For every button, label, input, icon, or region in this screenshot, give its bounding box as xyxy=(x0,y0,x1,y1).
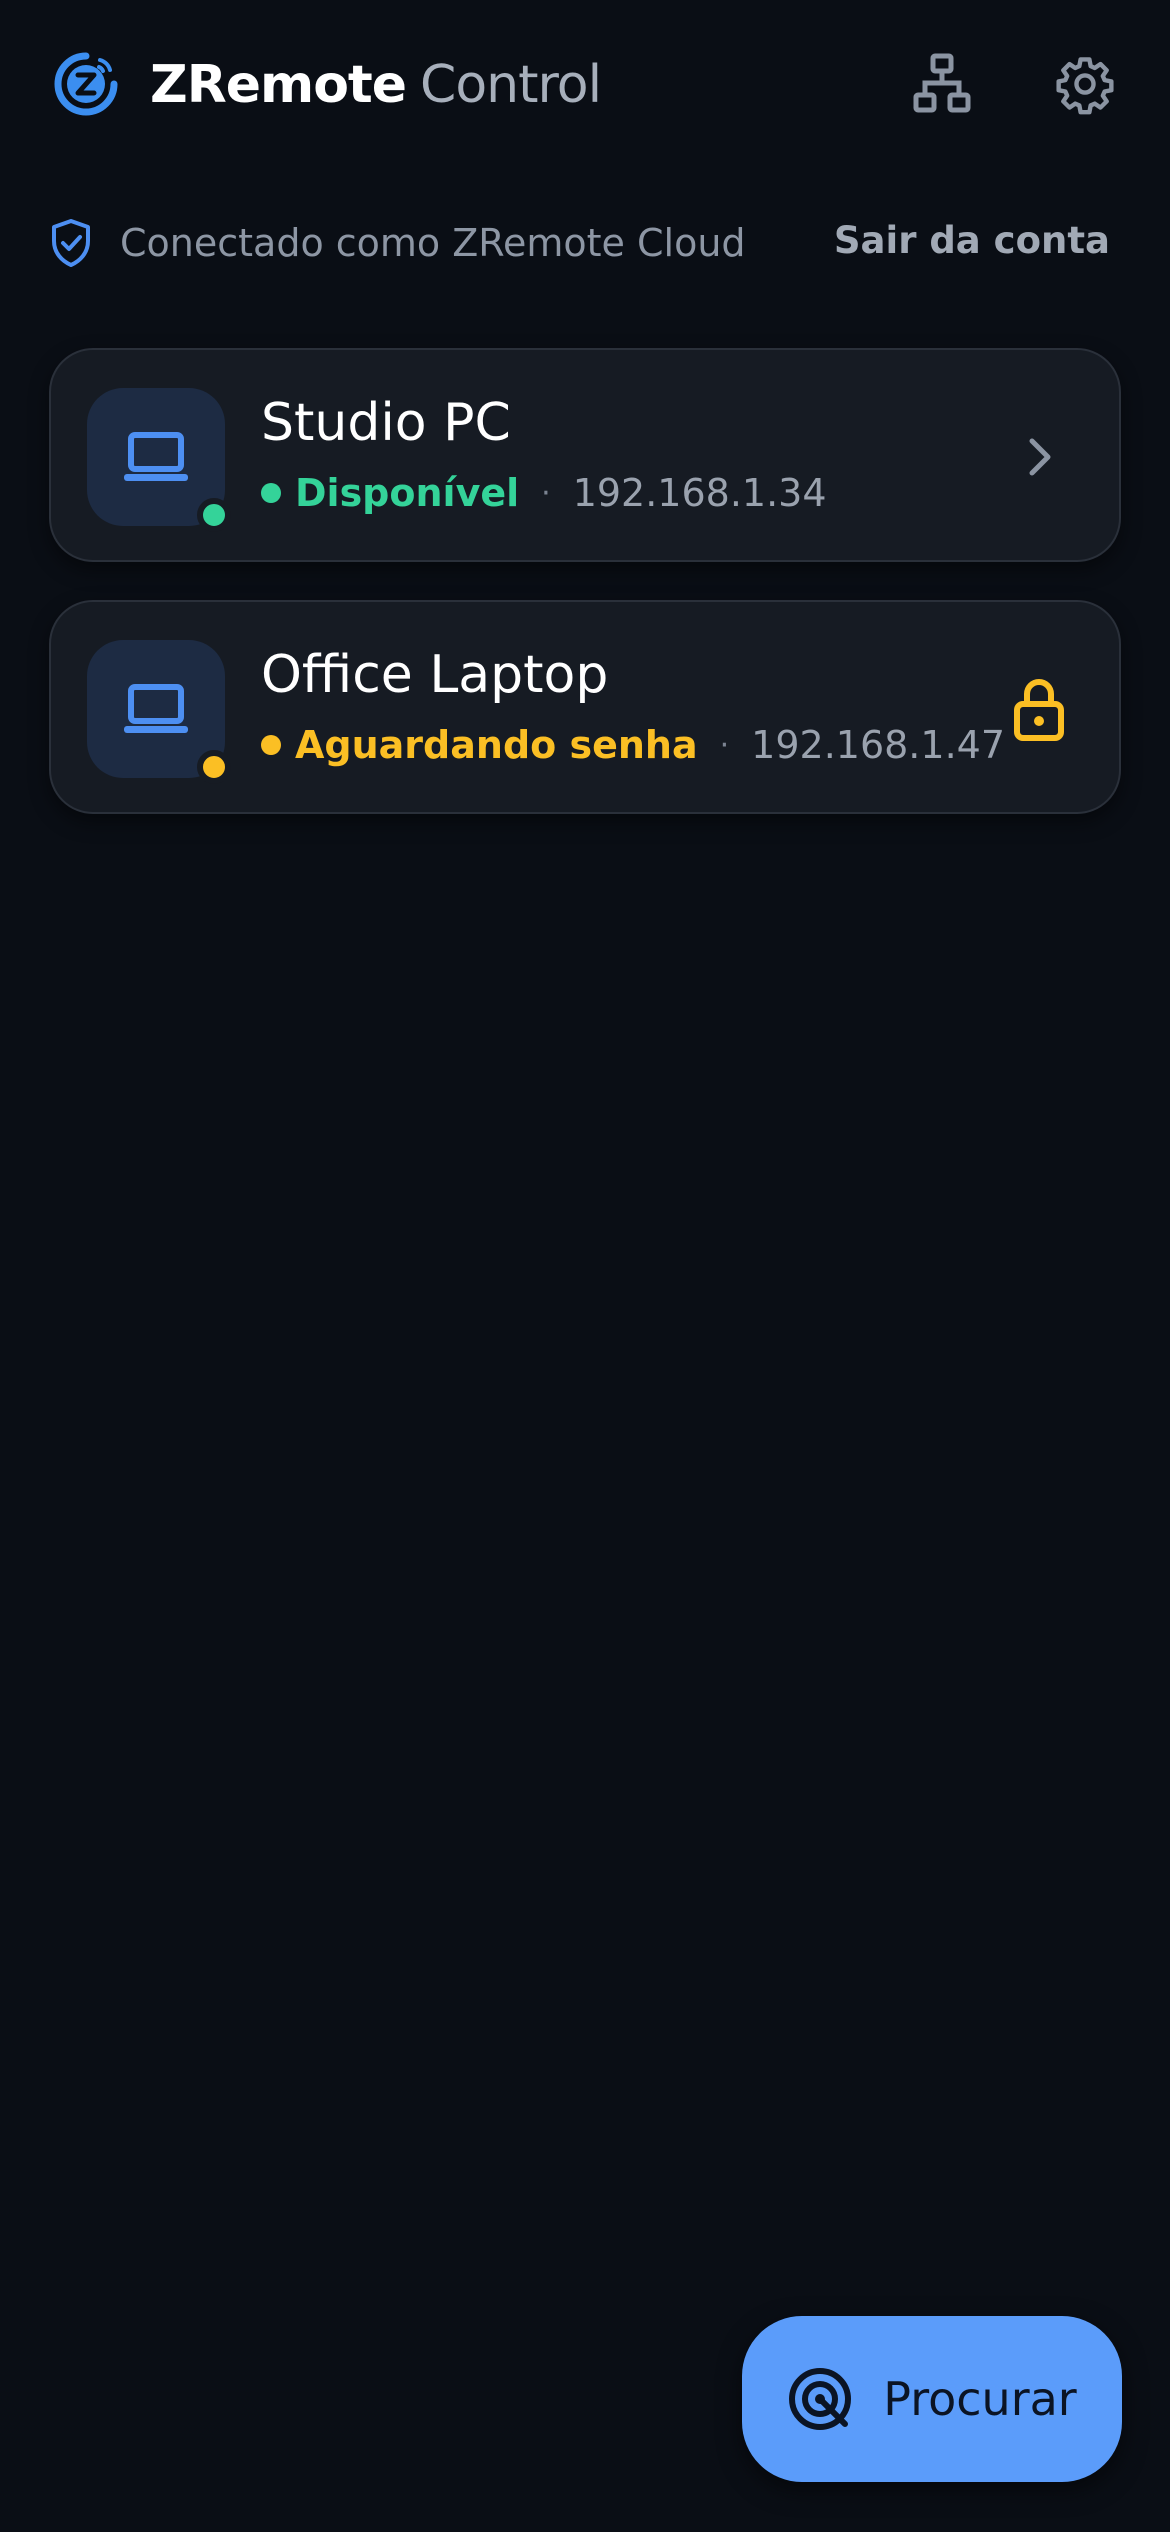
chevron-right-icon xyxy=(999,417,1079,497)
account-status: Conectado como ZRemote Cloud xyxy=(120,221,746,265)
app-title-light: Control xyxy=(420,55,602,115)
app-title-strong: ZRemote xyxy=(150,55,407,115)
separator: · xyxy=(719,727,730,763)
device-name: Studio PC xyxy=(261,393,511,453)
gear-icon xyxy=(1056,57,1114,115)
device-avatar xyxy=(87,388,231,532)
device-card-office-laptop[interactable]: Office Laptop Aguardando senha · 192.168… xyxy=(49,600,1121,814)
status-indicator xyxy=(261,735,281,755)
account-bar: Conectado como ZRemote Cloud Sair da con… xyxy=(0,200,1170,290)
laptop-icon xyxy=(124,684,188,733)
settings-button[interactable] xyxy=(1045,44,1125,124)
device-status: Disponível xyxy=(295,471,520,515)
search-devices-button[interactable]: Procurar xyxy=(742,2316,1122,2482)
separator: · xyxy=(541,475,551,511)
device-meta: Disponível · 192.168.1.34 xyxy=(261,468,827,518)
app-header: ZRemote Control xyxy=(0,0,1170,170)
device-meta: Aguardando senha · 192.168.1.47 xyxy=(261,720,1005,770)
status-indicator xyxy=(261,483,281,503)
laptop-icon xyxy=(124,432,188,481)
network-button[interactable] xyxy=(902,44,982,124)
signout-link[interactable]: Sair da conta xyxy=(834,216,1110,266)
shield-check-icon xyxy=(50,218,92,268)
device-ip: 192.168.1.34 xyxy=(572,471,827,515)
search-button-label: Procurar xyxy=(883,2372,1077,2426)
zremote-logo-icon xyxy=(52,50,120,118)
device-avatar xyxy=(87,640,231,784)
device-card-studio-pc[interactable]: Studio PC Disponível · 192.168.1.34 xyxy=(49,348,1121,562)
app-title: ZRemote Control xyxy=(150,50,602,120)
status-dot-available xyxy=(197,498,231,532)
radar-search-icon xyxy=(787,2366,853,2432)
status-dot-waiting xyxy=(197,750,231,784)
device-name: Office Laptop xyxy=(261,645,609,705)
lock-icon[interactable] xyxy=(999,669,1079,749)
network-tree-icon xyxy=(913,53,971,113)
device-ip: 192.168.1.47 xyxy=(751,723,1005,767)
device-status: Aguardando senha xyxy=(295,723,698,767)
